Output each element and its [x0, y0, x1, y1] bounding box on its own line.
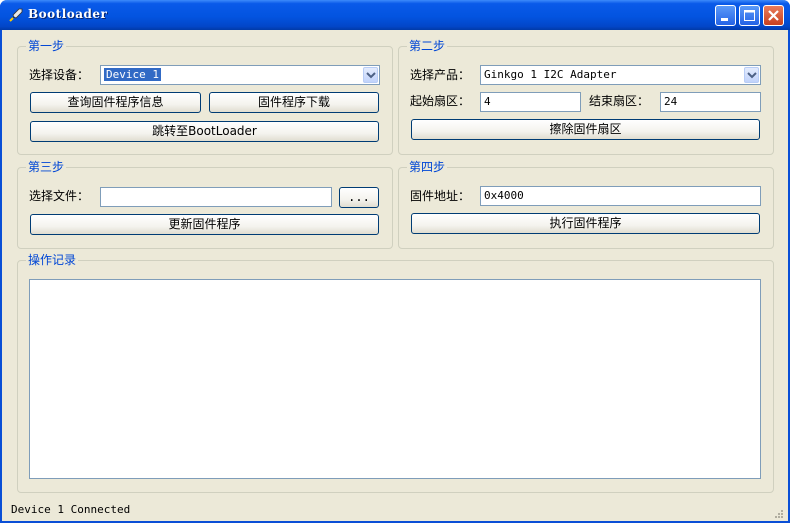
file-path-input[interactable] [100, 187, 332, 207]
minimize-button[interactable] [715, 5, 736, 26]
device-label: 选择设备： [29, 68, 90, 82]
close-button[interactable] [763, 5, 784, 26]
resize-grip-icon[interactable] [774, 509, 784, 519]
start-sector-label: 起始扇区： [410, 94, 471, 108]
step2-title: 第二步 [407, 38, 448, 54]
device-select-value: Device 1 [104, 68, 161, 81]
update-firmware-button[interactable]: 更新固件程序 [30, 214, 379, 235]
step3-group: 第三步 [17, 159, 393, 249]
device-dropdown-arrow[interactable] [363, 67, 378, 83]
maximize-button[interactable] [739, 5, 760, 26]
end-sector-input[interactable]: 24 [660, 92, 761, 112]
erase-firmware-sectors-button[interactable]: 擦除固件扇区 [411, 119, 760, 140]
status-bar-text: Device 1 Connected [11, 503, 131, 516]
chevron-down-icon [366, 72, 376, 79]
rocket-icon [8, 7, 24, 23]
step4-group: 第四步 [398, 159, 774, 249]
maximize-icon [744, 10, 755, 21]
end-sector-label: 结束扇区： [589, 94, 650, 108]
step1-title: 第一步 [26, 38, 67, 54]
firmware-download-button[interactable]: 固件程序下载 [209, 92, 379, 113]
operation-log-textarea[interactable] [29, 279, 761, 479]
title-bar[interactable]: Bootloader [0, 0, 790, 30]
product-select[interactable]: Ginkgo 1 I2C Adapter [480, 65, 761, 85]
start-sector-input[interactable]: 4 [480, 92, 581, 112]
query-firmware-info-button[interactable]: 查询固件程序信息 [30, 92, 201, 113]
jump-to-bootloader-button[interactable]: 跳转至BootLoader [30, 121, 379, 142]
step3-title: 第三步 [26, 159, 67, 175]
chevron-down-icon [747, 72, 757, 79]
product-dropdown-arrow[interactable] [744, 67, 759, 83]
product-label: 选择产品： [410, 68, 471, 82]
execute-firmware-button[interactable]: 执行固件程序 [411, 213, 760, 234]
product-select-value: Ginkgo 1 I2C Adapter [484, 68, 617, 81]
window-title: Bootloader [28, 7, 108, 21]
device-select[interactable]: Device 1 [100, 65, 380, 85]
firmware-address-label: 固件地址： [410, 189, 471, 203]
minimize-icon [721, 18, 728, 21]
file-label: 选择文件： [29, 189, 90, 203]
close-icon [768, 10, 779, 21]
firmware-address-input[interactable]: 0x4000 [480, 186, 761, 206]
step4-title: 第四步 [407, 159, 448, 175]
browse-file-button[interactable]: ... [339, 187, 379, 208]
log-title: 操作记录 [26, 252, 79, 268]
